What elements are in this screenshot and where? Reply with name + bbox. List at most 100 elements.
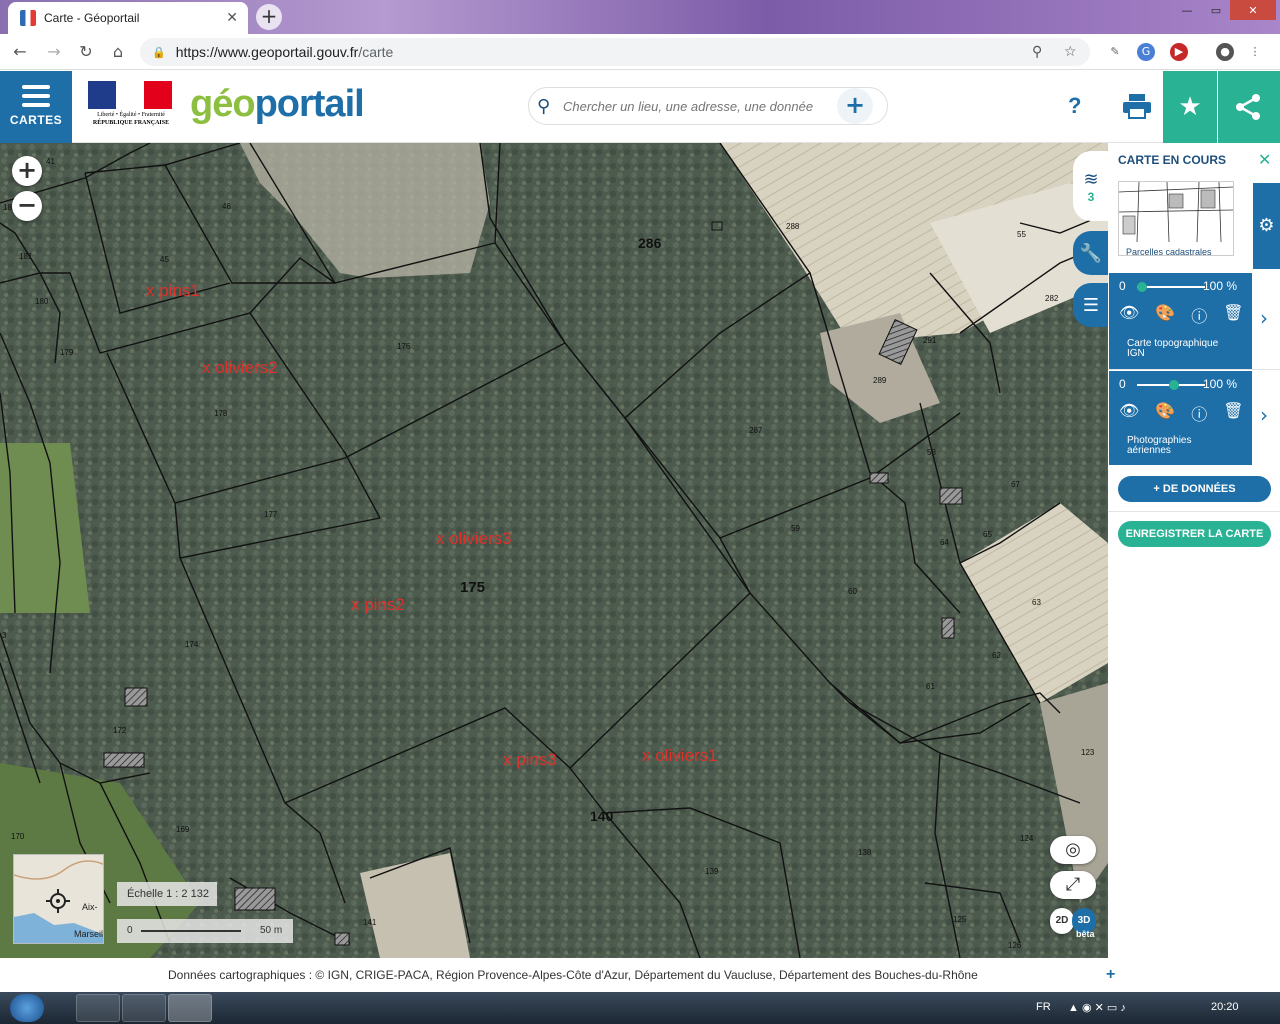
map-attribution: Données cartographiques : © IGN, CRIGE-P…	[0, 958, 1280, 992]
cadastre-layer-label: Parcelles cadastrales	[1126, 247, 1212, 257]
opacity-track	[1137, 286, 1205, 288]
add-data-button[interactable]: + DE DONNÉES	[1118, 476, 1271, 502]
annotation-label: x oliviers2	[202, 358, 278, 377]
opacity-min: 0	[1119, 279, 1126, 293]
style-palette-icon[interactable]: 🎨	[1155, 401, 1175, 425]
menu-dots-icon[interactable]: ⋮	[1246, 43, 1264, 61]
layer-name: IGN	[1127, 348, 1145, 359]
opacity-knob[interactable]	[1169, 380, 1179, 390]
layer-actions: 👁 🎨 ⓘ 🗑	[1119, 303, 1244, 327]
tray-icons[interactable]: ▲ ◉ ✕ ▭ ♪	[1068, 1001, 1126, 1014]
share-button[interactable]	[1218, 71, 1280, 143]
opacity-slider[interactable]: 0 100 %	[1119, 279, 1249, 295]
delete-trash-icon[interactable]: 🗑	[1223, 303, 1243, 327]
mode-2d-button[interactable]: 2D	[1050, 908, 1074, 934]
eyedropper-extension-icon[interactable]: ✎	[1106, 43, 1124, 61]
cartes-menu-button[interactable]: CARTES	[0, 71, 72, 143]
layer-settings-gear-icon[interactable]: ⚙	[1253, 183, 1280, 269]
maximize-button[interactable]: ▭	[1202, 0, 1230, 20]
zoom-icon[interactable]: ⚲	[1032, 44, 1042, 60]
layers-icon: ≋	[1083, 168, 1099, 190]
tab-close-icon[interactable]: ✕	[226, 10, 238, 26]
clock[interactable]: 20:20	[1211, 1001, 1239, 1013]
explorer-taskbar-icon[interactable]	[76, 994, 120, 1022]
panel-tabs: ≋ 3 🔧 ☰	[1073, 143, 1109, 343]
annotation-label: x pins1	[146, 281, 200, 300]
scale-ratio: Échelle 1 : 2 132	[117, 882, 217, 906]
map-view[interactable]: 41 182 46 181 45 180 179 176 178 177 175…	[0, 143, 1108, 958]
layer-item-aerial-photos: 0 100 % 👁 🎨 ⓘ 🗑 Photographies aériennes	[1109, 371, 1252, 465]
visibility-eye-icon[interactable]: 👁	[1119, 303, 1139, 327]
close-window-button[interactable]: ✕	[1230, 0, 1276, 20]
chrome-taskbar-icon[interactable]	[168, 994, 212, 1022]
panel-close-icon[interactable]: ✕	[1258, 150, 1271, 169]
bookmark-star-icon[interactable]: ☆	[1064, 44, 1077, 60]
tab-title: Carte - Géoportail	[44, 11, 140, 25]
wrench-icon: 🔧	[1079, 242, 1103, 264]
delete-trash-icon[interactable]: 🗑	[1223, 401, 1243, 425]
share-icon	[1236, 94, 1260, 120]
language-indicator[interactable]: FR	[1036, 1001, 1051, 1013]
geoportail-header: CARTES Liberté • Égalité • Fraternité RÉ…	[0, 71, 1280, 143]
advanced-search-button[interactable]: +	[837, 88, 873, 124]
help-button[interactable]: ?	[1068, 93, 1081, 119]
expand-layer-chevron-icon[interactable]: ›	[1260, 306, 1268, 330]
save-map-button[interactable]: ENREGISTRER LA CARTE	[1118, 521, 1271, 547]
mode-beta-label: bêta	[1076, 929, 1095, 939]
minimap-label: Marseil	[74, 929, 104, 939]
opacity-knob[interactable]	[1137, 282, 1147, 292]
profile-icon[interactable]: ●	[1216, 43, 1234, 61]
divider	[1108, 511, 1280, 512]
attribution-expand-button[interactable]: +	[1106, 958, 1115, 992]
back-button[interactable]: ←	[8, 40, 32, 64]
logo-geo: géo	[190, 83, 256, 125]
info-icon[interactable]: ⓘ	[1191, 401, 1207, 425]
annotation-label: x oliviers3	[436, 529, 512, 548]
browser-tab[interactable]: Carte - Géoportail ✕	[8, 2, 248, 34]
style-palette-icon[interactable]: 🎨	[1155, 303, 1175, 327]
zoom-out-button[interactable]: −	[12, 191, 42, 221]
geoportail-logo[interactable]: géoportail	[190, 83, 365, 126]
minimize-button[interactable]: —	[1172, 0, 1202, 20]
opacity-slider[interactable]: 0 100 %	[1119, 377, 1249, 393]
fullscreen-button[interactable]: ⤢	[1050, 871, 1096, 899]
url-host: https://www.geoportail.gouv.fr	[175, 44, 359, 60]
overview-minimap[interactable]: Aix- Marseil	[13, 854, 104, 944]
lock-icon: 🔒	[152, 45, 166, 59]
search-box: ⚲ +	[528, 87, 888, 125]
opacity-min: 0	[1119, 377, 1126, 391]
windows-start-button[interactable]	[10, 994, 44, 1022]
home-button[interactable]: ⌂	[106, 40, 130, 64]
opacity-value: 100 %	[1203, 279, 1238, 293]
media-player-taskbar-icon[interactable]	[122, 994, 166, 1022]
new-tab-button[interactable]: +	[256, 4, 282, 30]
favorites-star-button[interactable]: ★	[1163, 71, 1217, 143]
legend-tab[interactable]: ☰	[1073, 283, 1109, 327]
print-icon[interactable]	[1122, 93, 1152, 119]
reload-button[interactable]: ↻	[74, 40, 98, 64]
geolocate-button[interactable]: ◎	[1050, 836, 1096, 864]
info-icon[interactable]: ⓘ	[1191, 303, 1207, 327]
scale-line	[141, 930, 241, 932]
forward-button[interactable]: →	[42, 40, 66, 64]
cadastre-layer-thumbnail[interactable]	[1118, 181, 1234, 256]
scale-start: 0	[127, 925, 133, 936]
media-extension-icon[interactable]: ▶	[1170, 43, 1188, 61]
visibility-eye-icon[interactable]: 👁	[1119, 401, 1139, 425]
translate-extension-icon[interactable]: G	[1137, 43, 1155, 61]
search-icon[interactable]: ⚲	[537, 96, 563, 117]
layers-count: 3	[1087, 189, 1095, 204]
address-bar[interactable]: 🔒 https://www.geoportail.gouv.fr/carte ⚲…	[140, 38, 1090, 66]
url-path: /carte	[358, 44, 394, 60]
panel-title: CARTE EN COURS	[1118, 153, 1227, 167]
geoportail-favicon-icon	[20, 10, 36, 26]
search-input[interactable]	[563, 98, 833, 114]
zoom-in-button[interactable]: +	[12, 156, 42, 186]
rf-name: RÉPUBLIQUE FRANÇAISE	[92, 120, 170, 126]
opacity-value: 100 %	[1203, 377, 1238, 391]
layers-tab[interactable]: ≋ 3	[1073, 151, 1109, 221]
expand-layer-chevron-icon[interactable]: ›	[1260, 403, 1268, 427]
annotation-label: x oliviers1	[642, 746, 718, 765]
screen: Carte - Géoportail ✕ + — ▭ ✕ ← → ↻ ⌂ 🔒 h…	[0, 0, 1280, 1024]
tools-tab[interactable]: 🔧	[1073, 231, 1109, 275]
